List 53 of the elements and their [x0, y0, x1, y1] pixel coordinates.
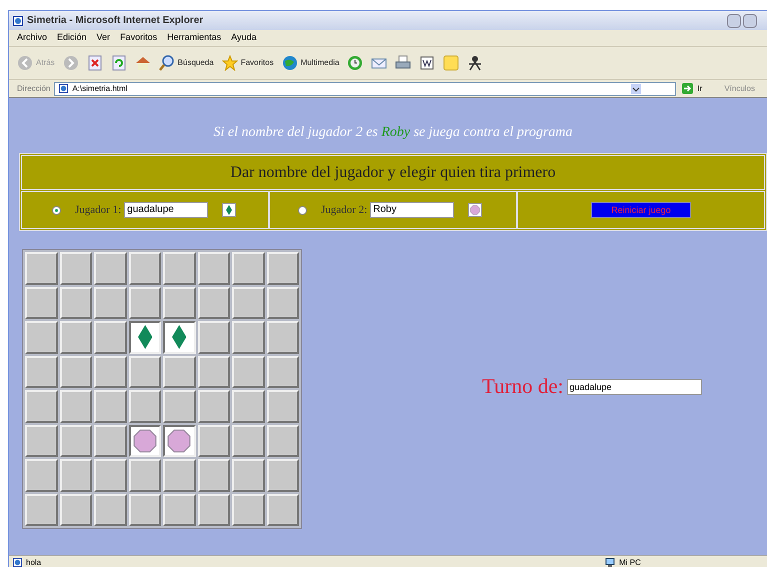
name-field[interactable]: Roby — [370, 202, 454, 218]
address-field[interactable]: A:\simetria.html — [54, 82, 676, 96]
panel-title: Dar nombre del jugador y elegir quien tira primero — [21, 155, 765, 190]
menu-item[interactable]: Ver — [96, 31, 110, 45]
page-icon — [13, 558, 22, 567]
menu-item[interactable]: Edición — [57, 31, 87, 45]
menu-item[interactable]: Herramientas — [167, 31, 222, 45]
menu-item[interactable]: Archivo — [17, 31, 48, 45]
subtitle-text: Si el nombre del jugador 2 es Roby se juega contra el programa — [212, 124, 574, 142]
browser-icon — [13, 16, 23, 26]
media-button[interactable]: Multimedia — [282, 55, 340, 71]
board-square[interactable] — [163, 321, 196, 354]
search-button[interactable]: Búsqueda — [158, 55, 214, 71]
player-label: Jugador 2: — [321, 202, 368, 218]
radio-button[interactable] — [298, 206, 307, 214]
octagon-icon — [167, 428, 192, 453]
radio-button[interactable] — [52, 206, 61, 214]
printer-icon[interactable] — [395, 55, 412, 71]
search-icon — [158, 55, 175, 71]
clock-icon[interactable] — [347, 55, 364, 71]
menu-item[interactable]: Favoritos — [120, 31, 158, 45]
octagon-icon — [132, 428, 157, 453]
figure-icon[interactable] — [467, 55, 484, 71]
window-title: Simetria - Microsoft Internet Explorer — [27, 14, 204, 28]
computer-icon — [605, 558, 616, 567]
piece-swatch — [468, 203, 482, 217]
player-label: Jugador 1: — [75, 202, 122, 218]
piece-swatch — [222, 203, 236, 217]
turn-label: Turno de: — [482, 373, 564, 400]
address-label: Dirección — [17, 82, 50, 94]
zone-text: Mi PC — [619, 556, 641, 567]
go-button[interactable]: Ir — [697, 82, 702, 94]
board-square[interactable] — [128, 321, 161, 354]
status-text: hola — [26, 556, 42, 567]
favorites-button[interactable]: Favoritos — [222, 55, 274, 71]
diamond-icon — [172, 325, 186, 350]
document-icon[interactable] — [419, 55, 436, 71]
minimize-button[interactable] — [727, 14, 741, 28]
maximize-button[interactable] — [743, 14, 757, 28]
menu-item[interactable]: Ayuda — [231, 31, 256, 45]
board-square[interactable] — [128, 424, 161, 457]
house-icon[interactable] — [134, 55, 151, 71]
refresh-icon[interactable] — [110, 55, 127, 71]
board-square[interactable] — [163, 424, 196, 457]
dropdown-icon[interactable] — [631, 84, 642, 94]
page-icon — [59, 84, 68, 93]
diamond-icon — [138, 325, 152, 350]
name-field[interactable]: guadalupe — [124, 202, 208, 218]
turn-field: guadalupe — [566, 378, 702, 395]
go-arrow-icon[interactable] — [682, 83, 694, 94]
globe-icon — [282, 55, 298, 71]
stop-icon[interactable] — [86, 55, 103, 71]
star-icon — [222, 55, 238, 71]
